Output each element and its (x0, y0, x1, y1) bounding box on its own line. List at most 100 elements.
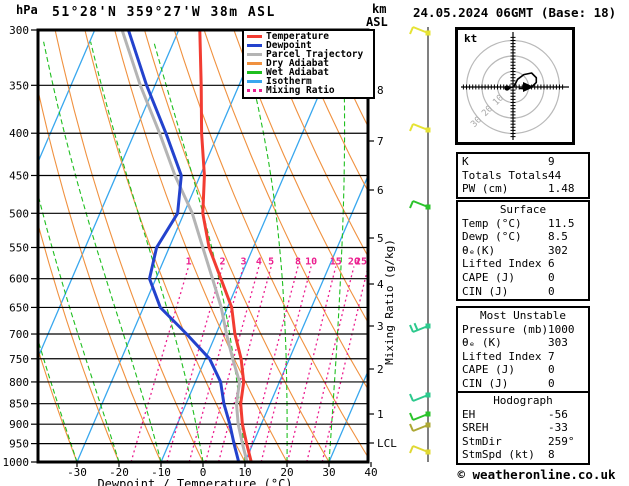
panel-row-value: 6 (548, 257, 555, 271)
km-tick-label: 1 (377, 408, 384, 421)
panel-row-value: 1000 (548, 322, 575, 336)
panel-title: Surface (499, 203, 547, 216)
mixing-ratio-value: 25 (355, 257, 367, 268)
legend-swatch-6 (247, 89, 262, 92)
wind-barb (409, 200, 431, 210)
panel-row-label: PW (cm) (462, 182, 509, 196)
panel-row-label: Totals Totals (462, 168, 549, 182)
wind-barb (409, 422, 431, 432)
temp-tick-label: 30 (322, 466, 335, 479)
panel-title: Hodograph (493, 394, 553, 407)
panel-row-value: 8 (548, 448, 555, 462)
panel-row: CIN (J) 0 (458, 377, 588, 391)
panel-row-value: 0 (548, 270, 555, 284)
wet-adiabat-line (242, 41, 288, 462)
panel-row: EH -56 (458, 408, 588, 422)
panel-row-value: 11.5 (548, 216, 575, 230)
panel-row-label: SREH (462, 421, 489, 435)
hodograph-origin-dot (504, 85, 510, 91)
dry-adiabat-line (54, 30, 204, 462)
km-tick-label: 8 (377, 84, 384, 97)
panel-row-label: Dewp (°C) (462, 230, 522, 244)
panel-row: StmDir 259° (458, 435, 588, 449)
temp-tick-label: 40 (364, 466, 377, 479)
legend-swatch-1 (247, 44, 262, 47)
wind-barb (409, 392, 431, 402)
panel-row-label: CIN (J) (462, 376, 509, 390)
wind-barb (409, 445, 431, 455)
legend-label: Mixing Ratio (266, 85, 335, 96)
pressure-tick-label: 550 (9, 241, 29, 254)
legend-swatch-3 (247, 62, 262, 65)
panel-row-label: K (462, 155, 469, 168)
pressure-tick-label: 500 (9, 207, 29, 220)
panel-row-value: 259° (548, 434, 575, 448)
panel-row-value: 44 (548, 168, 562, 182)
mixing-ratio-value: 8 (295, 257, 301, 268)
km-axis: 87654321LCLMixing Ratio (g/kg) (368, 84, 397, 450)
pressure-tick-label: 300 (9, 24, 29, 37)
pressure-tick-label: 600 (9, 273, 29, 286)
parcel-curve (120, 30, 249, 462)
panel-row-value: 7 (548, 349, 555, 363)
hodograph-unit-label: kt (464, 32, 477, 45)
panel-row-value: 0 (548, 363, 555, 377)
km-tick-label: 6 (377, 184, 384, 197)
pressure-tick-label: 850 (9, 398, 29, 411)
temp-axis-title: Dewpoint / Temperature (°C) (97, 477, 292, 486)
legend-swatch-4 (247, 71, 262, 74)
mixing-ratio-value: 3 (240, 257, 246, 268)
panel-row: CAPE (J) 0 (458, 363, 588, 377)
dry-adiabat-line (413, 30, 455, 462)
legend-swatch-0 (247, 35, 262, 38)
mixing-ratio-line (130, 266, 190, 462)
panel-row-label: CIN (J) (462, 284, 509, 298)
wind-barb (409, 322, 431, 333)
panel-title: Most Unstable (479, 309, 567, 322)
stats-panel-indices: K 9 Totals Totals 44 PW (cm) 1.48 (456, 152, 590, 199)
legend-box: Temperature Dewpoint Parcel Trajectory Dry … (242, 29, 375, 99)
panel-row-label: θₑ (K) (462, 336, 502, 350)
panel-row-value: 9 (548, 155, 555, 168)
panel-row: Lifted Index 7 (458, 350, 588, 364)
stats-panel-surface: Surface Temp (°C) 11.5 Dewp (°C) 8.5 θₑ(K) 302… (456, 200, 590, 302)
panel-row-value: 303 (548, 336, 568, 350)
panel-row: Temp (°C) 11.5 (458, 217, 588, 231)
temp-tick-label: -30 (67, 466, 87, 479)
mixing-ratio-value: 10 (305, 257, 317, 268)
panel-row-label: CAPE (J) (462, 363, 515, 377)
panel-row-label: θₑ(K) (462, 243, 496, 257)
mixing-ratio-line (321, 266, 368, 462)
stats-panel-most-unstable: Most Unstable Pressure (mb) 1000 θₑ (K) 303 L… (456, 306, 590, 394)
isotherm-line (76, 30, 264, 462)
skewt-page: { "header": { "pressure_unit": "hPa", "t… (0, 0, 629, 486)
panel-row-value: 1.48 (548, 182, 575, 196)
panel-row-label: CAPE (J) (462, 270, 515, 284)
credit-footer: © weatheronline.co.uk (457, 467, 616, 482)
mixing-ratio-value: 2 (219, 257, 225, 268)
panel-row: θₑ (K) 303 (458, 336, 588, 350)
mixing-ratio-line (246, 266, 299, 462)
panel-row: Totals Totals 44 (458, 169, 588, 183)
mixing-ratio-value: 4 (256, 257, 262, 268)
panel-row: CIN (J) 0 (458, 285, 588, 299)
panel-row-label: Temp (°C) (462, 216, 522, 230)
mixing-ratio-line (306, 266, 355, 462)
panel-row: StmSpd (kt) 8 (458, 448, 588, 462)
panel-row: Pressure (mb) 1000 (458, 323, 588, 337)
stats-panel-hodograph: Hodograph EH -56 SREH -33 StmDir 259° StmSpd (k… (456, 391, 590, 465)
pressure-tick-label: 800 (9, 376, 29, 389)
wind-barb (409, 411, 431, 421)
temp-axis: -30 -20 -10 0 10 20 30 40Dewpoint / Temperature… (67, 462, 378, 486)
hodograph: 102030kt (455, 27, 575, 145)
sounding-curves (120, 30, 253, 462)
pressure-tick-label: 750 (9, 353, 29, 366)
pressure-tick-label: 1000 (3, 456, 30, 469)
wet-adiabat-line (328, 41, 346, 462)
panel-row-label: EH (462, 407, 476, 421)
lcl-label: LCL (377, 437, 397, 450)
panel-row-label: Lifted Index (462, 257, 542, 271)
panel-row: θₑ(K) 302 (458, 244, 588, 258)
panel-row-value: -56 (548, 407, 568, 421)
panel-row: CAPE (J) 0 (458, 271, 588, 285)
